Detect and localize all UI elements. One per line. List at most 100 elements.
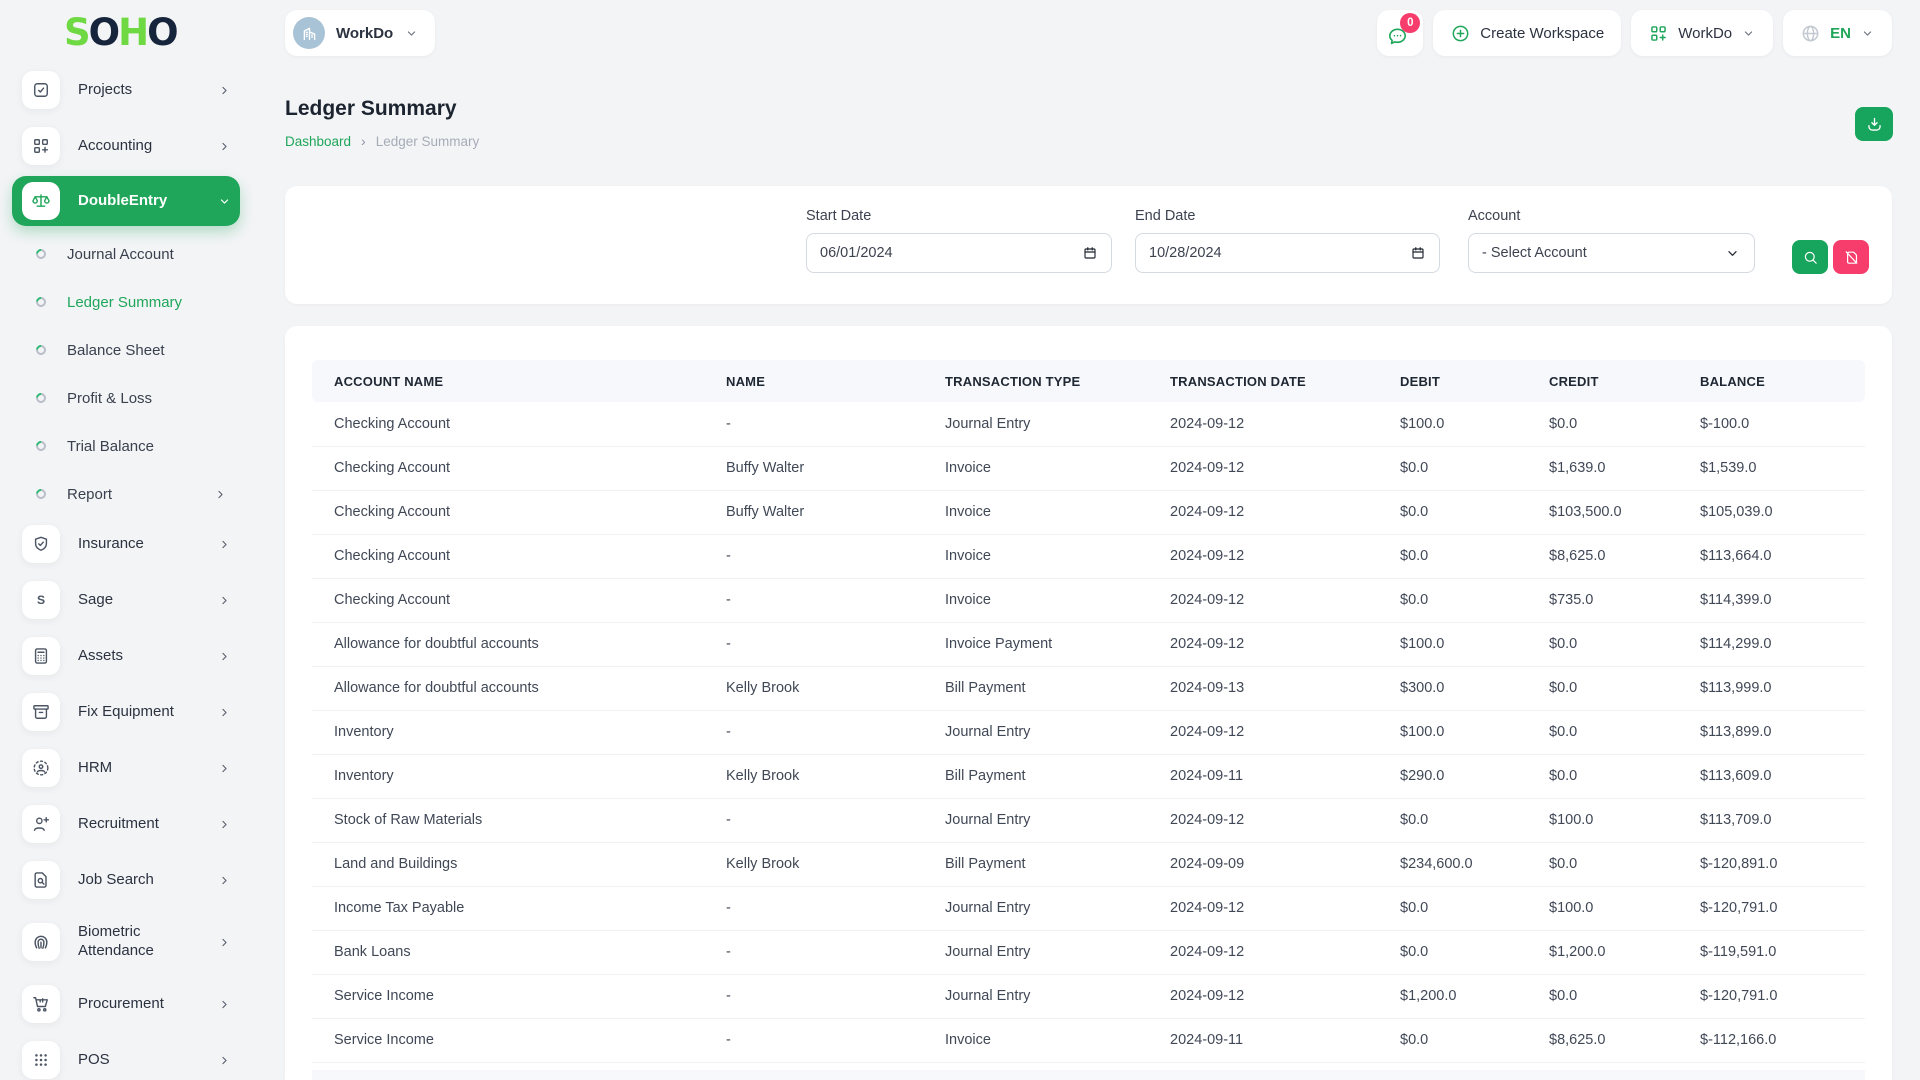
app-window: SOHO WorkDo 0 Create Workspace WorkDo EN… — [0, 0, 1920, 1080]
sidebar-item-label: Assets — [78, 647, 217, 666]
scales-icon — [22, 182, 60, 220]
chevron-right-icon — [217, 817, 232, 832]
sidebar-item-accounting[interactable]: Accounting — [12, 120, 240, 172]
sidebar-subitem-trial-balance[interactable]: Trial Balance — [12, 422, 240, 470]
table-row: Allowance for doubtful accountsKelly Bro… — [312, 666, 1865, 710]
brand-letter: O — [89, 11, 118, 54]
sidebar-item-label: Recruitment — [78, 815, 217, 834]
bullet-icon — [34, 391, 48, 405]
start-date-label: Start Date — [806, 208, 1112, 224]
sidebar-subitem-report[interactable]: Report — [12, 470, 240, 518]
messages-badge: 0 — [1400, 13, 1420, 33]
sidebar-item-sage[interactable]: SSage — [12, 574, 240, 626]
cell-transaction-type: Bill Payment — [923, 666, 1148, 710]
reset-filter-button[interactable] — [1833, 240, 1869, 274]
sidebar-item-insurance[interactable]: Insurance — [12, 518, 240, 570]
breadcrumb-dashboard-link[interactable]: Dashboard — [285, 134, 351, 149]
cell-transaction-type: Bill Payment — [923, 842, 1148, 886]
sidebar-item-hrm[interactable]: HRM — [12, 742, 240, 794]
sidebar-item-label: Job Search — [78, 871, 217, 890]
chevron-right-icon — [213, 487, 228, 502]
cell-debit: $234,600.0 — [1378, 842, 1527, 886]
sidebar-item-fix-equipment[interactable]: Fix Equipment — [12, 686, 240, 738]
cell-transaction-type: Invoice — [923, 578, 1148, 622]
workdo-menu-button[interactable]: WorkDo — [1631, 10, 1773, 56]
cell-transaction-date: 2024-09-13 — [1148, 666, 1378, 710]
cell-debit: $0.0 — [1378, 446, 1527, 490]
sidebar-subitem-balance-sheet[interactable]: Balance Sheet — [12, 326, 240, 374]
sidebar-item-label: POS — [78, 1051, 217, 1070]
column-header-debit: DEBIT — [1378, 360, 1527, 402]
cell-transaction-date: 2024-09-12 — [1148, 490, 1378, 534]
table-body: Checking Account-Journal Entry2024-09-12… — [312, 402, 1865, 1062]
download-button[interactable] — [1855, 107, 1893, 141]
create-workspace-button[interactable]: Create Workspace — [1433, 10, 1621, 56]
language-button[interactable]: EN — [1783, 10, 1892, 56]
cell-credit: $0.0 — [1527, 622, 1678, 666]
sidebar-item-recruitment[interactable]: Recruitment — [12, 798, 240, 850]
table-row: Service Income-Journal Entry2024-09-12$1… — [312, 974, 1865, 1018]
cell-transaction-date: 2024-09-12 — [1148, 886, 1378, 930]
cell-transaction-date: 2024-09-12 — [1148, 446, 1378, 490]
sidebar-item-projects[interactable]: Projects — [12, 64, 240, 116]
end-date-input[interactable]: 10/28/2024 — [1135, 233, 1440, 273]
cell-debit: $0.0 — [1378, 534, 1527, 578]
sidebar-subitem-profit-loss[interactable]: Profit & Loss — [12, 374, 240, 422]
cell-credit: $8,625.0 — [1527, 534, 1678, 578]
brand-logo: SOHO — [64, 11, 177, 54]
sidebar-item-assets[interactable]: Assets — [12, 630, 240, 682]
cell-account-name: Allowance for doubtful accounts — [312, 622, 704, 666]
sidebar-subitem-label: Ledger Summary — [67, 294, 240, 311]
chevron-right-icon — [217, 649, 232, 664]
chevron-right-icon — [217, 83, 232, 98]
table-row: InventoryKelly BrookBill Payment2024-09-… — [312, 754, 1865, 798]
cell-transaction-date: 2024-09-12 — [1148, 622, 1378, 666]
calendar-icon — [1410, 245, 1426, 261]
cell-balance: $113,664.0 — [1678, 534, 1865, 578]
svg-text:S: S — [37, 593, 45, 607]
cell-credit: $0.0 — [1527, 666, 1678, 710]
sidebar: Projects Accounting DoubleEntryJournal Acc… — [12, 64, 240, 1080]
sidebar-item-doubleentry[interactable]: DoubleEntry — [12, 176, 240, 226]
workspace-switcher[interactable]: WorkDo — [285, 10, 435, 56]
messages-button[interactable]: 0 — [1377, 10, 1423, 56]
file-off-icon — [1843, 249, 1860, 266]
sidebar-subitem-ledger-summary[interactable]: Ledger Summary — [12, 278, 240, 326]
search-button[interactable] — [1792, 240, 1828, 274]
start-date-input[interactable]: 06/01/2024 — [806, 233, 1112, 273]
cell-transaction-date: 2024-09-11 — [1148, 754, 1378, 798]
cell-balance: $114,399.0 — [1678, 578, 1865, 622]
bullet-icon — [34, 487, 48, 501]
table-row: Bank Loans-Journal Entry2024-09-12$0.0$1… — [312, 930, 1865, 974]
cell-transaction-type: Journal Entry — [923, 886, 1148, 930]
cell-balance: $114,299.0 — [1678, 622, 1865, 666]
sidebar-item-label: Fix Equipment — [78, 703, 217, 722]
plus-circle-icon — [1450, 23, 1471, 44]
cell-balance: $1,539.0 — [1678, 446, 1865, 490]
cell-transaction-date: 2024-09-12 — [1148, 578, 1378, 622]
cell-credit: $0.0 — [1527, 710, 1678, 754]
cell-name: Buffy Walter — [704, 490, 923, 534]
sidebar-item-biometric-attendance[interactable]: Biometric Attendance — [12, 910, 240, 974]
sidebar-subitem-journal-account[interactable]: Journal Account — [12, 230, 240, 278]
sidebar-item-label: Accounting — [78, 137, 217, 156]
end-date-value: 10/28/2024 — [1149, 245, 1222, 261]
bullet-icon — [34, 295, 48, 309]
cell-name: - — [704, 798, 923, 842]
sidebar-item-procurement[interactable]: Procurement — [12, 978, 240, 1030]
sidebar-item-job-search[interactable]: Job Search — [12, 854, 240, 906]
workspace-avatar — [293, 17, 325, 49]
filter-panel: Start Date 06/01/2024 End Date 10/28/202… — [285, 186, 1892, 304]
cell-debit: $100.0 — [1378, 710, 1527, 754]
cell-transaction-type: Invoice — [923, 490, 1148, 534]
cell-transaction-type: Journal Entry — [923, 930, 1148, 974]
account-select[interactable]: - Select Account — [1468, 233, 1755, 273]
cell-transaction-date: 2024-09-12 — [1148, 798, 1378, 842]
calendar-icon — [1082, 245, 1098, 261]
create-workspace-label: Create Workspace — [1480, 25, 1604, 42]
doc-search-icon — [22, 861, 60, 899]
cell-credit: $0.0 — [1527, 402, 1678, 446]
language-label: EN — [1830, 25, 1851, 42]
building-icon — [300, 24, 319, 43]
sidebar-item-pos[interactable]: POS — [12, 1034, 240, 1080]
